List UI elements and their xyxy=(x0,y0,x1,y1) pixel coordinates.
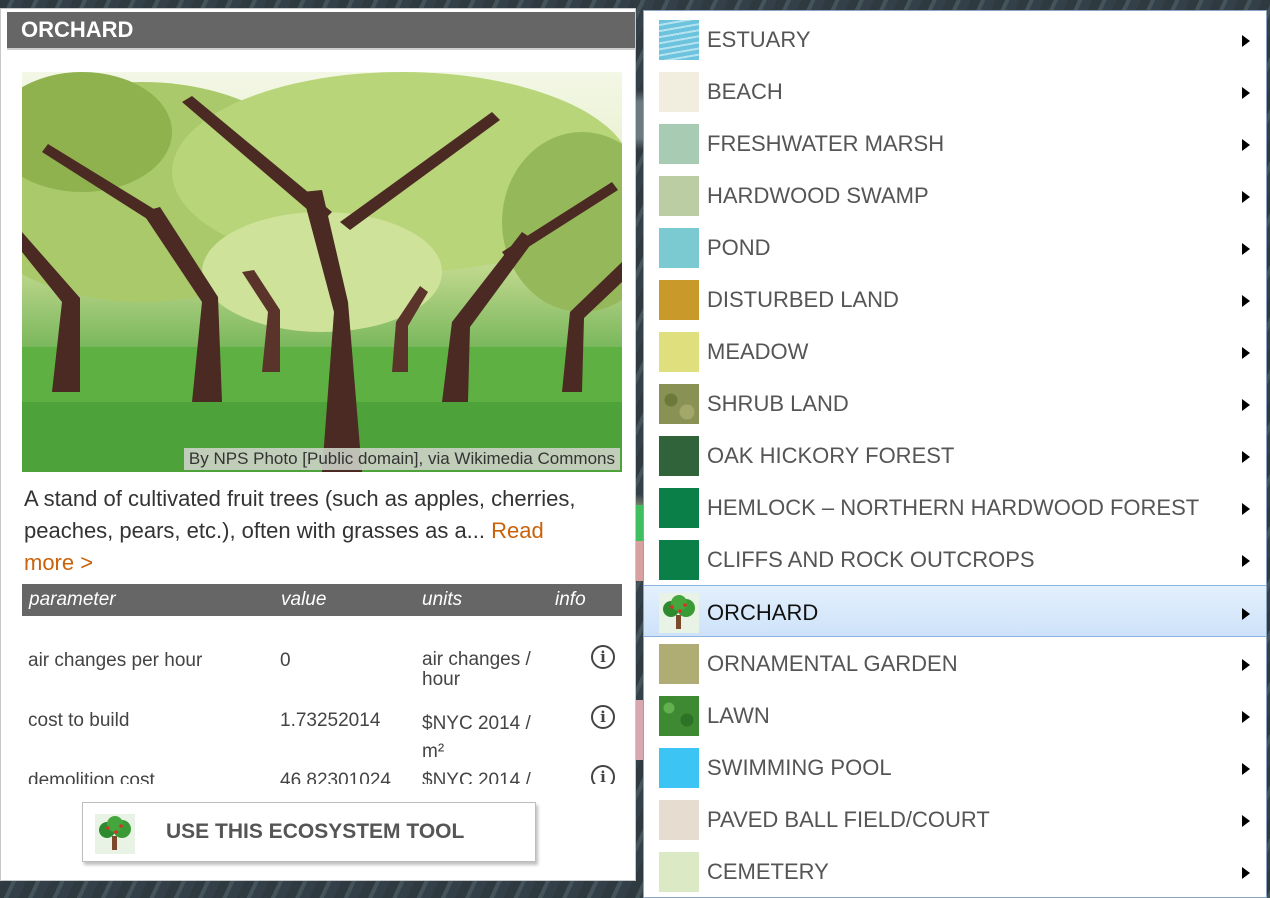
cell-parameter: air changes per hour xyxy=(28,650,203,671)
chevron-right-icon[interactable] xyxy=(1242,87,1250,99)
ecosystem-item[interactable]: PAVED BALL FIELD/COURT xyxy=(644,793,1266,845)
tool-button-label: USE THIS ECOSYSTEM TOOL xyxy=(166,820,465,843)
ecosystem-item[interactable]: ORCHARD xyxy=(644,585,1266,637)
ecosystem-label: ESTUARY xyxy=(707,27,811,52)
chevron-right-icon[interactable] xyxy=(1242,191,1250,203)
cell-parameter: cost to build xyxy=(28,710,130,731)
oak-hickory-forest-swatch xyxy=(659,436,699,476)
ecosystem-item[interactable]: DISTURBED LAND xyxy=(644,273,1266,325)
ecosystem-item[interactable]: OAK HICKORY FOREST xyxy=(644,429,1266,481)
ecosystem-label: FRESHWATER MARSH xyxy=(707,131,945,156)
chevron-right-icon[interactable] xyxy=(1242,35,1250,47)
pond-swatch xyxy=(659,228,699,268)
hemlock-swatch xyxy=(659,488,699,528)
table-row: air changes per hour 0 air changes / hou… xyxy=(22,616,622,690)
use-ecosystem-tool-button[interactable]: USE THIS ECOSYSTEM TOOL xyxy=(82,802,536,862)
ecosystem-label: BEACH xyxy=(707,79,783,104)
ecosystem-description: A stand of cultivated fruit trees (such … xyxy=(24,483,584,579)
ecosystem-label: CEMETERY xyxy=(707,859,829,884)
ecosystem-label: ORNAMENTAL GARDEN xyxy=(707,651,958,676)
meadow-swatch xyxy=(659,332,699,372)
cell-units: $NYC 2014 / xyxy=(422,770,531,784)
ecosystem-item[interactable]: ESTUARY xyxy=(644,13,1266,65)
ecosystem-label: CLIFFS AND ROCK OUTCROPS xyxy=(707,547,1035,572)
ecosystem-item[interactable]: HEMLOCK – NORTHERN HARDWOOD FOREST xyxy=(644,481,1266,533)
panel-title: ORCHARD xyxy=(7,12,635,50)
chevron-right-icon[interactable] xyxy=(1242,347,1250,359)
ecosystem-list[interactable]: ESTUARY BEACH FRESHWATER MARSH HARDWOOD SWA… xyxy=(643,10,1267,898)
cliffs-swatch xyxy=(659,540,699,580)
photo-credit: By NPS Photo [Public domain], via Wikime… xyxy=(183,448,620,470)
chevron-right-icon[interactable] xyxy=(1242,295,1250,307)
ecosystem-item[interactable]: HARDWOOD SWAMP xyxy=(644,169,1266,221)
chevron-right-icon[interactable] xyxy=(1242,711,1250,723)
ecosystem-label: SWIMMING POOL xyxy=(707,755,892,780)
ecosystem-item[interactable]: CEMETERY xyxy=(644,845,1266,897)
header-units: units xyxy=(422,589,463,610)
ecosystem-item[interactable]: CLIFFS AND ROCK OUTCROPS xyxy=(644,533,1266,585)
ecosystem-item[interactable]: MEADOW xyxy=(644,325,1266,377)
ecosystem-label: HARDWOOD SWAMP xyxy=(707,183,929,208)
orchard-photo: By NPS Photo [Public domain], via Wikime… xyxy=(22,72,622,472)
table-row: cost to build 1.73252014 $NYC 2014 / m² … xyxy=(22,678,622,762)
info-icon[interactable]: i xyxy=(591,705,615,729)
hardwood-swamp-swatch xyxy=(659,176,699,216)
info-icon[interactable]: i xyxy=(591,765,615,784)
table-row: demolition cost 46.82301024 $NYC 2014 / … xyxy=(22,740,622,784)
chevron-right-icon[interactable] xyxy=(1242,451,1250,463)
chevron-right-icon[interactable] xyxy=(1242,815,1250,827)
chevron-right-icon[interactable] xyxy=(1242,867,1250,879)
header-info: info xyxy=(555,589,586,610)
ecosystem-item[interactable]: BEACH xyxy=(644,65,1266,117)
lawn-swatch xyxy=(659,696,699,736)
chevron-right-icon[interactable] xyxy=(1242,608,1250,620)
cell-parameter: demolition cost xyxy=(28,770,155,784)
ecosystem-label: LAWN xyxy=(707,703,770,728)
ecosystem-label: POND xyxy=(707,235,771,260)
ecosystem-label: SHRUB LAND xyxy=(707,391,849,416)
header-value: value xyxy=(281,589,327,610)
ecosystem-label: MEADOW xyxy=(707,339,809,364)
freshwater-marsh-swatch xyxy=(659,124,699,164)
ecosystem-item[interactable]: SWIMMING POOL xyxy=(644,741,1266,793)
shrub-land-swatch xyxy=(659,384,699,424)
ecosystem-label: ORCHARD xyxy=(707,600,819,625)
chevron-right-icon[interactable] xyxy=(1242,659,1250,671)
ecosystem-label: HEMLOCK – NORTHERN HARDWOOD FOREST xyxy=(707,495,1200,520)
estuary-swatch xyxy=(659,20,699,60)
cell-value: 46.82301024 xyxy=(280,770,391,784)
paved-ball-field-swatch xyxy=(659,800,699,840)
ornamental-garden-swatch xyxy=(659,644,699,684)
chevron-right-icon[interactable] xyxy=(1242,555,1250,567)
cell-value: 1.73252014 xyxy=(280,710,381,731)
cell-value: 0 xyxy=(280,650,291,671)
ecosystem-item[interactable]: LAWN xyxy=(644,689,1266,741)
ecosystem-label: OAK HICKORY FOREST xyxy=(707,443,955,468)
chevron-right-icon[interactable] xyxy=(1242,139,1250,151)
ecosystem-item[interactable]: ORNAMENTAL GARDEN xyxy=(644,637,1266,689)
parameter-table[interactable]: parameter value units info air changes p… xyxy=(22,584,622,784)
chevron-right-icon[interactable] xyxy=(1242,243,1250,255)
beach-swatch xyxy=(659,72,699,112)
chevron-right-icon[interactable] xyxy=(1242,399,1250,411)
ecosystem-label: DISTURBED LAND xyxy=(707,287,899,312)
disturbed-land-swatch xyxy=(659,280,699,320)
table-header: parameter value units info xyxy=(22,584,622,616)
swimming-pool-swatch xyxy=(659,748,699,788)
ecosystem-item[interactable]: FRESHWATER MARSH xyxy=(644,117,1266,169)
orchard-tree-icon xyxy=(659,593,699,633)
ecosystem-item[interactable]: POND xyxy=(644,221,1266,273)
chevron-right-icon[interactable] xyxy=(1242,503,1250,515)
ecosystem-item[interactable]: SHRUB LAND xyxy=(644,377,1266,429)
header-parameter: parameter xyxy=(29,589,116,610)
info-icon[interactable]: i xyxy=(591,645,615,669)
ecosystem-label: PAVED BALL FIELD/COURT xyxy=(707,807,990,832)
orchard-tree-icon xyxy=(95,814,135,854)
chevron-right-icon[interactable] xyxy=(1242,763,1250,775)
cemetery-swatch xyxy=(659,852,699,892)
ecosystem-info-panel: ORCHARD By NPS Photo [Public domain], vi… xyxy=(0,8,636,881)
